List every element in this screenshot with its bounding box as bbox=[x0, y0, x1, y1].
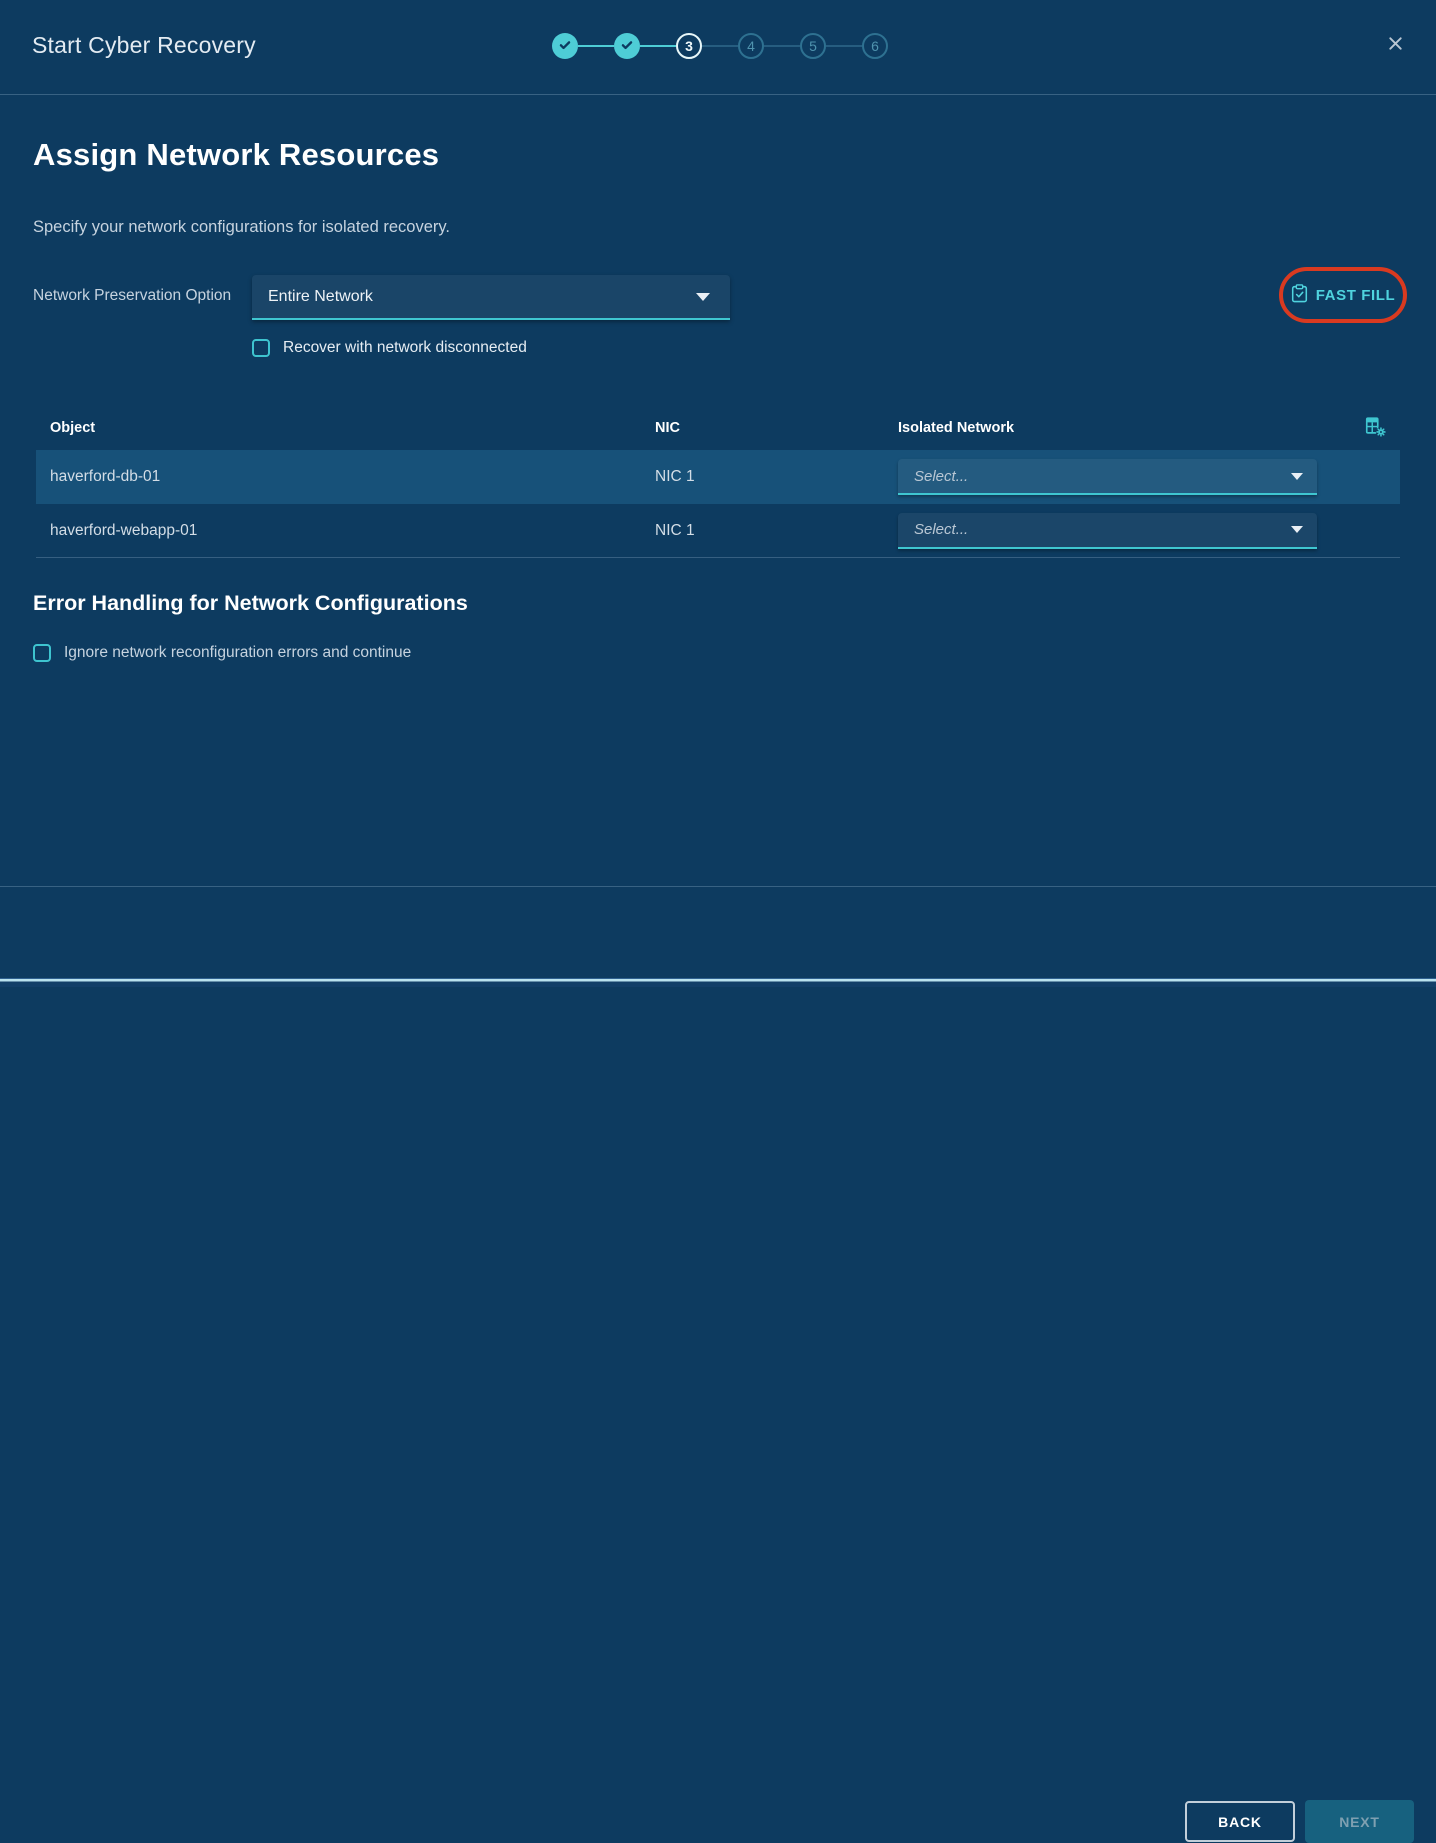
stepper-connector bbox=[702, 45, 738, 47]
next-button[interactable]: NEXT bbox=[1305, 1800, 1414, 1843]
page-title: Assign Network Resources bbox=[33, 137, 439, 173]
step-2-completed bbox=[614, 33, 640, 59]
step-6: 6 bbox=[862, 33, 888, 59]
stepper-connector bbox=[826, 45, 862, 47]
dialog-footer: BACK NEXT bbox=[0, 886, 1436, 980]
step-4: 4 bbox=[738, 33, 764, 59]
bottom-edge-divider bbox=[0, 978, 1436, 987]
chevron-down-icon bbox=[1291, 526, 1303, 533]
stepper-connector bbox=[578, 45, 614, 47]
dialog-header: Start Cyber Recovery 3 4 5 6 bbox=[0, 0, 1436, 95]
stepper-connector bbox=[764, 45, 800, 47]
step-5: 5 bbox=[800, 33, 826, 59]
select-placeholder: Select... bbox=[914, 521, 1291, 538]
select-placeholder: Select... bbox=[914, 468, 1291, 485]
fast-fill-label: FAST FILL bbox=[1316, 287, 1396, 304]
start-cyber-recovery-dialog: Start Cyber Recovery 3 4 5 6 bbox=[0, 0, 1436, 987]
fast-fill-annotation-ellipse: FAST FILL bbox=[1279, 267, 1407, 323]
network-assignment-table: Object NIC Isolated Network bbox=[36, 405, 1400, 558]
close-button[interactable] bbox=[1382, 32, 1408, 58]
chevron-down-icon bbox=[1291, 473, 1303, 480]
ignore-errors-label: Ignore network reconfiguration errors an… bbox=[64, 644, 411, 662]
recover-disconnected-checkbox[interactable] bbox=[252, 339, 270, 357]
page-description: Specify your network configurations for … bbox=[33, 218, 450, 237]
step-1-completed bbox=[552, 33, 578, 59]
ignore-errors-checkbox-row[interactable]: Ignore network reconfiguration errors an… bbox=[33, 644, 411, 662]
table-settings-icon bbox=[1364, 415, 1386, 440]
fast-fill-button[interactable]: FAST FILL bbox=[1285, 283, 1402, 308]
network-preservation-label: Network Preservation Option bbox=[33, 287, 231, 305]
chevron-down-icon bbox=[696, 293, 710, 301]
network-preservation-dropdown[interactable]: Entire Network bbox=[252, 275, 730, 320]
check-icon bbox=[620, 38, 634, 55]
isolated-network-select[interactable]: Select... bbox=[898, 459, 1317, 495]
isolated-network-select[interactable]: Select... bbox=[898, 513, 1317, 549]
object-cell: haverford-webapp-01 bbox=[36, 522, 655, 540]
step-3-active: 3 bbox=[676, 33, 702, 59]
object-cell: haverford-db-01 bbox=[36, 468, 655, 486]
column-header-nic: NIC bbox=[655, 420, 898, 436]
table-row: haverford-db-01 NIC 1 Select... bbox=[36, 450, 1400, 504]
network-preservation-value: Entire Network bbox=[268, 288, 696, 306]
stepper-connector bbox=[640, 45, 676, 47]
recover-disconnected-label: Recover with network disconnected bbox=[283, 339, 527, 357]
table-header-row: Object NIC Isolated Network bbox=[36, 405, 1400, 450]
column-header-isolated-network: Isolated Network bbox=[898, 420, 1353, 436]
column-header-object: Object bbox=[36, 420, 655, 436]
close-icon bbox=[1387, 35, 1404, 55]
table-row: haverford-webapp-01 NIC 1 Select... bbox=[36, 504, 1400, 558]
back-button[interactable]: BACK bbox=[1185, 1801, 1295, 1842]
ignore-errors-checkbox[interactable] bbox=[33, 644, 51, 662]
clipboard-check-icon bbox=[1291, 284, 1308, 307]
error-handling-heading: Error Handling for Network Configuration… bbox=[33, 591, 468, 616]
dialog-title: Start Cyber Recovery bbox=[32, 32, 256, 59]
recover-disconnected-checkbox-row[interactable]: Recover with network disconnected bbox=[252, 339, 527, 357]
check-icon bbox=[558, 38, 572, 55]
nic-cell: NIC 1 bbox=[655, 468, 898, 486]
nic-cell: NIC 1 bbox=[655, 522, 898, 540]
table-settings-button[interactable] bbox=[1364, 415, 1386, 440]
wizard-stepper: 3 4 5 6 bbox=[552, 33, 888, 59]
